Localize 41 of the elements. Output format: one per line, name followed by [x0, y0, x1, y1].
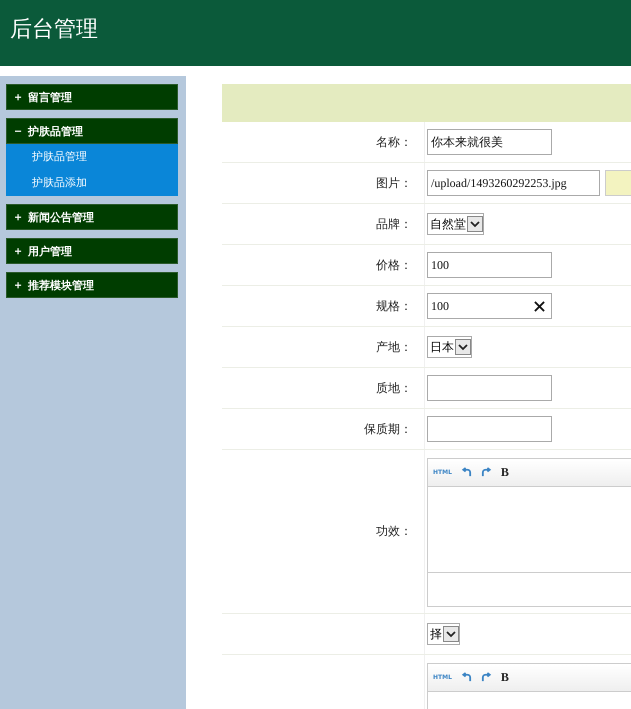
bold-tool[interactable]: B	[500, 670, 509, 685]
caret-icon	[455, 339, 471, 355]
menu-item[interactable]: 护肤品管理	[6, 144, 178, 170]
minus-icon	[15, 128, 22, 134]
plus-icon	[15, 214, 22, 220]
clear-icon[interactable]	[534, 300, 545, 312]
input-field[interactable]: 100	[427, 293, 552, 319]
menu-group[interactable]: 推荐模块管理	[6, 272, 178, 298]
page-title: 后台管理	[10, 16, 98, 44]
input-field[interactable]: 你本来就很美	[427, 129, 552, 155]
field-label: 规格：	[376, 298, 412, 314]
dropdown[interactable]: 择	[427, 623, 460, 645]
field-label: 功效：	[376, 523, 412, 540]
dropdown[interactable]: 日本	[427, 336, 472, 358]
field-label: 质地：	[376, 380, 412, 396]
field-label: 产地：	[376, 338, 412, 356]
input-field[interactable]: /upload/1493260292253.jpg	[427, 170, 600, 196]
plus-icon	[15, 248, 22, 254]
field-label: 图片：	[376, 174, 412, 192]
menu-group[interactable]: 留言管理	[6, 84, 178, 110]
dropdown[interactable]: 自然堂	[427, 213, 484, 235]
plus-icon	[15, 94, 22, 100]
field-label: 品牌：	[376, 216, 412, 232]
redo-icon[interactable]	[480, 467, 492, 478]
field-label: 保质期：	[364, 420, 412, 438]
field-label: 名称：	[376, 134, 412, 150]
caret-icon	[467, 216, 483, 232]
menu-item[interactable]: 护肤品添加	[6, 170, 178, 196]
menu-group[interactable]: 护肤品管理	[6, 118, 178, 144]
field-label: 价格：	[376, 256, 412, 274]
undo-icon[interactable]	[460, 672, 472, 683]
redo-icon[interactable]	[480, 672, 492, 683]
input-field[interactable]: 100	[427, 252, 552, 278]
bold-tool[interactable]: B	[500, 465, 509, 480]
menu-group[interactable]: 新闻公告管理	[6, 204, 178, 230]
undo-icon[interactable]	[460, 467, 472, 478]
menu-group[interactable]: 用户管理	[6, 238, 178, 264]
input-field[interactable]	[427, 416, 552, 442]
caret-icon	[443, 626, 459, 642]
input-field[interactable]	[427, 375, 552, 401]
plus-icon	[15, 282, 22, 288]
